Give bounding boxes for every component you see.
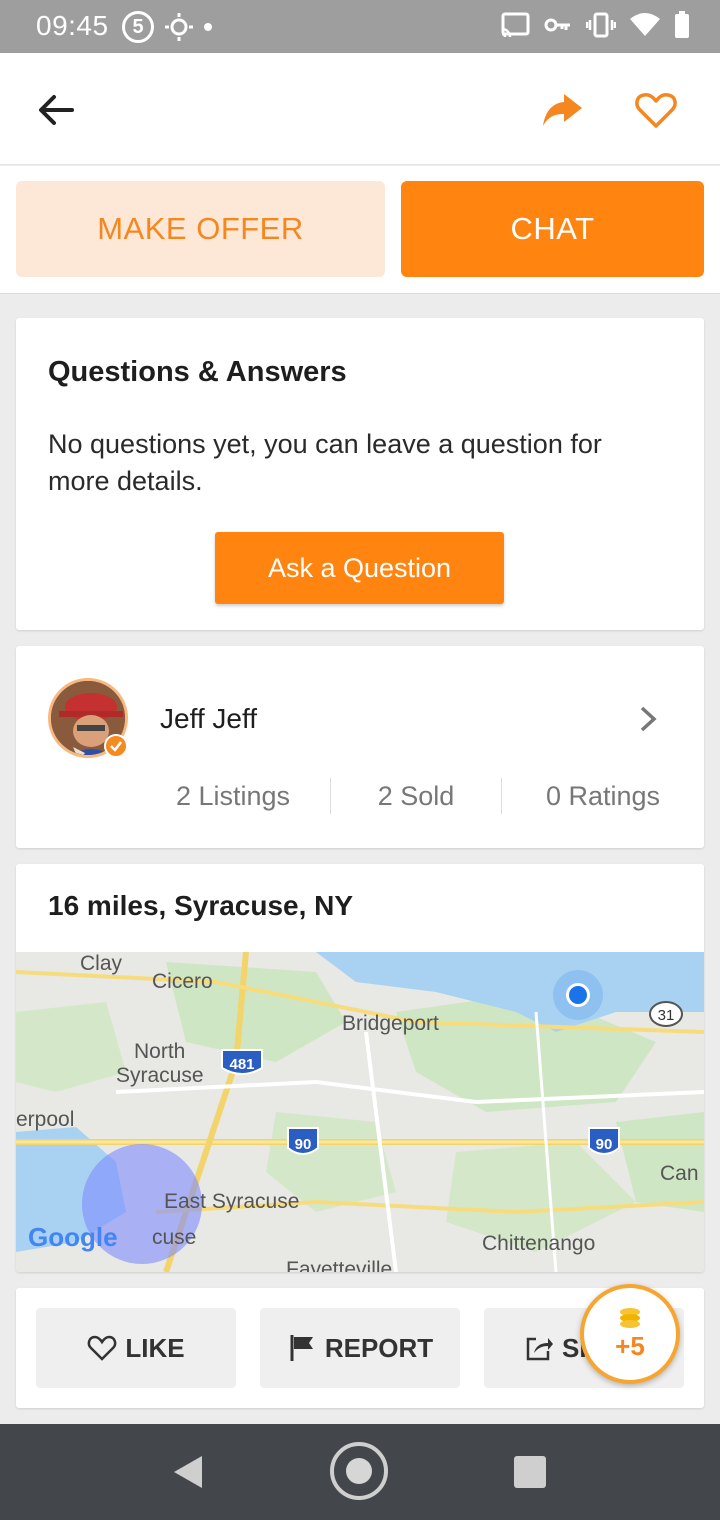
nav-back-icon[interactable] [170,1454,204,1490]
flag-icon [290,1335,313,1361]
map-label: Clay [80,952,123,975]
vibrate-icon [586,12,616,38]
nav-home-button[interactable] [330,1442,388,1500]
action-bar: MAKE OFFER CHAT [0,166,720,294]
coins-icon [620,1307,640,1328]
map-label: Fayetteville [286,1258,392,1272]
app-header [0,53,720,165]
heart-outline-icon [88,1335,117,1361]
home-icon [346,1458,372,1484]
make-offer-button[interactable]: MAKE OFFER [16,181,385,277]
qa-title: Questions & Answers [48,356,347,388]
ask-question-button[interactable]: Ask a Question [215,532,504,604]
notification-count-icon: 5 [122,11,154,43]
brightness-icon [165,13,193,41]
key-icon [544,18,570,32]
questions-answers-card: Questions & Answers No questions yet, yo… [16,318,704,630]
seller-name[interactable]: Jeff Jeff [160,703,257,735]
map-label: Can [660,1162,699,1185]
back-arrow-icon [39,95,74,125]
svg-text:481: 481 [229,1056,254,1073]
map-label: Cicero [152,970,213,993]
like-button[interactable]: LIKE [36,1308,236,1388]
listings-count[interactable]: 2 Listings [136,781,330,812]
map-label: Bridgeport [342,1012,439,1035]
map-label: East Syracuse [164,1190,299,1213]
map-label: cuse [152,1226,196,1249]
verified-badge-icon [104,734,128,758]
map-label: Syracuse [116,1064,204,1087]
location-title: 16 miles, Syracuse, NY [48,890,354,921]
report-label: REPORT [324,1332,434,1363]
highway-90-icon: 90 [287,1127,319,1155]
ratings-count[interactable]: 0 Ratings [502,781,704,812]
map-label: North [134,1040,185,1063]
cast-icon [501,12,530,38]
status-bar: 09:45 5 [0,0,720,53]
qa-empty-text: No questions yet, you can leave a questi… [48,429,602,496]
dot-icon [204,23,212,31]
share-icon [543,94,582,126]
seller-stats: 2 Listings 2 Sold 0 Ratings [136,776,704,816]
highway-90-icon: 90 [588,1127,620,1155]
share-box-icon [526,1337,553,1361]
location-map[interactable]: 481 90 90 31 Clay Cicero Bridgeport Nort… [16,952,704,1272]
share-button[interactable] [538,86,586,134]
like-label: LIKE [125,1332,185,1363]
map-label: erpool [16,1108,74,1131]
heart-outline-icon [635,93,677,128]
status-time: 09:45 [36,10,109,41]
highway-481-icon: 481 [221,1049,263,1075]
nav-recents-icon[interactable] [514,1456,546,1488]
battery-icon [675,11,689,38]
chevron-right-icon[interactable] [636,704,660,734]
favorite-button[interactable] [632,86,680,134]
sold-count[interactable]: 2 Sold [331,781,501,812]
svg-text:90: 90 [596,1136,613,1153]
seller-card[interactable]: Jeff Jeff 2 Listings 2 Sold 0 Ratings [16,646,704,848]
system-nav-bar [0,1424,720,1520]
back-button[interactable] [32,86,80,134]
coin-reward-text: +5 [615,1330,645,1361]
google-logo: Google [28,1222,118,1252]
svg-text:90: 90 [295,1136,312,1153]
highway-31-icon: 31 [649,1001,683,1027]
report-button[interactable]: REPORT [260,1308,460,1388]
map-label: Chittenango [482,1232,595,1255]
wifi-icon [630,13,660,36]
location-card: 16 miles, Syracuse, NY 481 90 90 31 Clay… [16,864,704,1272]
chat-button[interactable]: CHAT [401,181,704,277]
coin-reward-badge[interactable]: +5 [580,1284,680,1384]
svg-text:31: 31 [658,1007,675,1024]
